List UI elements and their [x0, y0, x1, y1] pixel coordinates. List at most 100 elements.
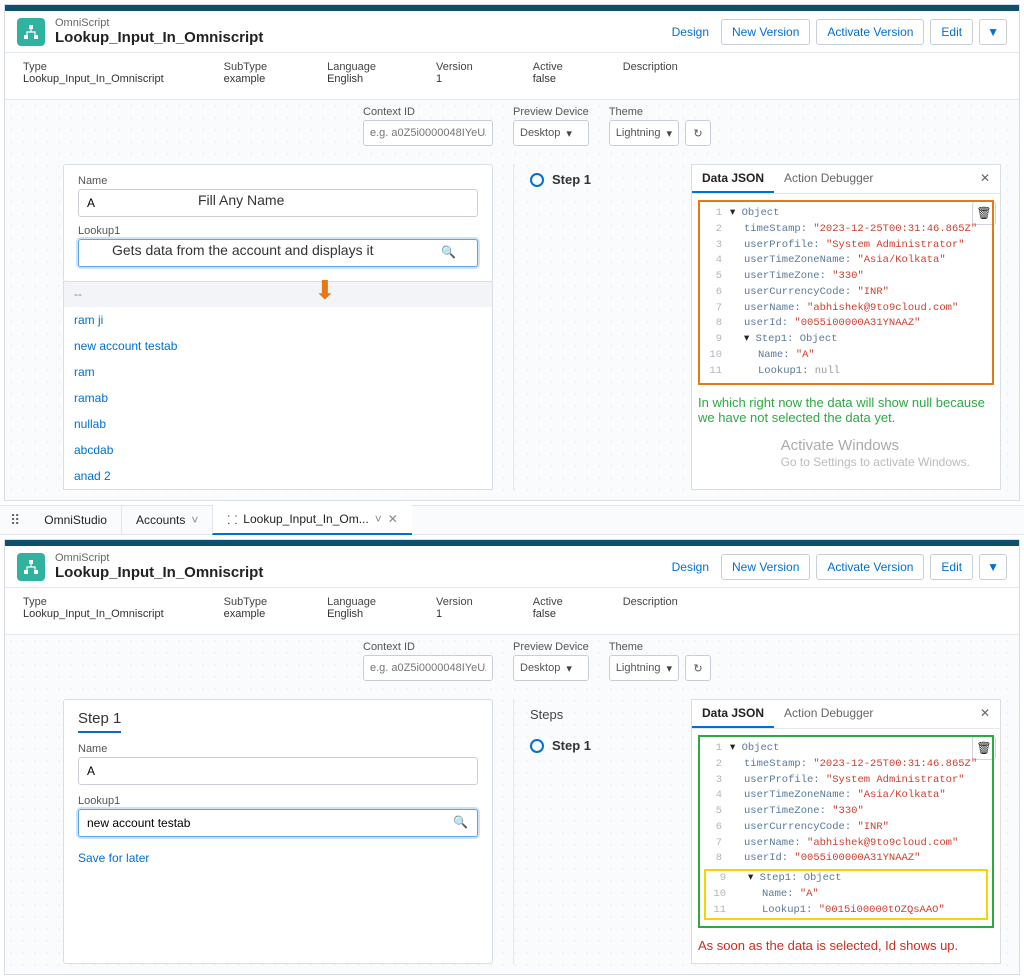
- preview-device-label: Preview Device: [513, 106, 589, 118]
- meta-row: TypeLookup_Input_In_Omniscript SubTypeex…: [5, 588, 1019, 634]
- close-icon[interactable]: ✕: [970, 165, 1000, 193]
- theme-select[interactable]: Lightning: [609, 655, 679, 681]
- design-link[interactable]: Design: [666, 556, 715, 578]
- name-field-label: Name: [78, 175, 478, 187]
- context-id-input[interactable]: [363, 655, 493, 681]
- dropdown-item[interactable]: ram ji: [64, 307, 492, 333]
- refresh-button[interactable]: ↻: [685, 120, 711, 146]
- type-label: Type: [23, 61, 164, 73]
- version-label: Version: [436, 61, 473, 73]
- search-icon: 🔍: [441, 245, 456, 259]
- apps-icon[interactable]: ⠿: [0, 512, 30, 529]
- subtype-value: example: [224, 73, 267, 85]
- app-bar: ⠿ OmniStudio Accounts˅ ⸬ Lookup_Input_In…: [0, 505, 1024, 535]
- active-label: Active: [533, 61, 563, 73]
- language-label: Language: [327, 61, 376, 73]
- design-link[interactable]: Design: [666, 21, 715, 43]
- hierarchy-icon: ⸬: [227, 511, 237, 528]
- subtype-label: SubType: [224, 61, 267, 73]
- step-1-row[interactable]: Step 1: [530, 172, 663, 187]
- edit-dropdown-button[interactable]: ▼: [979, 19, 1007, 45]
- lookup-dropdown: -- ram ji new account testab ram ramab n…: [63, 281, 493, 490]
- debug-panel: Data JSON Action Debugger ✕ 🗑 1▾ Object …: [691, 164, 1001, 490]
- meta-row: TypeLookup_Input_In_Omniscript SubTypeex…: [5, 53, 1019, 99]
- tab-omniscript[interactable]: ⸬ Lookup_Input_In_Om... ˅ ✕: [212, 505, 411, 535]
- action-debugger-tab[interactable]: Action Debugger: [774, 165, 883, 193]
- activate-version-button[interactable]: Activate Version: [816, 554, 924, 580]
- app-name: OmniStudio: [30, 513, 121, 527]
- dropdown-item[interactable]: nullab: [64, 411, 492, 437]
- dropdown-item[interactable]: new account testab: [64, 333, 492, 359]
- step-head: Step 1: [78, 710, 121, 733]
- step-tree: Step 1: [513, 164, 663, 490]
- highlighted-step1-json: 9▾ Step1: Object 10Name: "A" 11Lookup1: …: [704, 869, 988, 920]
- step-1-label: Step 1: [552, 172, 591, 187]
- edit-button[interactable]: Edit: [930, 554, 973, 580]
- name-note: Fill Any Name: [198, 192, 284, 208]
- dropdown-item[interactable]: anad 2: [64, 463, 492, 489]
- context-id-label: Context ID: [363, 106, 493, 118]
- lookup-field[interactable]: [78, 809, 478, 837]
- step-form-card-selected: Step 1 Name Lookup1 🔍 Save for later: [63, 699, 493, 964]
- json-box-selected: 1▾ Object 2timeStamp: "2023-12-25T00:31:…: [698, 735, 994, 928]
- step-ring-icon: [530, 173, 544, 187]
- edit-button[interactable]: Edit: [930, 19, 973, 45]
- object-type: OmniScript: [55, 552, 263, 564]
- omniscript-icon: [17, 553, 45, 581]
- preview-device-select[interactable]: Desktop: [513, 120, 589, 146]
- object-type: OmniScript: [55, 17, 263, 29]
- active-value: false: [533, 73, 563, 85]
- record-name: Lookup_Input_In_Omniscript: [55, 564, 263, 581]
- tab-accounts[interactable]: Accounts˅: [121, 505, 212, 535]
- new-version-button[interactable]: New Version: [721, 554, 810, 580]
- activate-version-button[interactable]: Activate Version: [816, 19, 924, 45]
- canvas-area-bottom: Context ID Preview Device Desktop Theme …: [5, 634, 1019, 974]
- dropdown-item[interactable]: abcdab: [64, 437, 492, 463]
- search-icon: 🔍: [453, 815, 468, 829]
- version-value: 1: [436, 73, 473, 85]
- step-1-row[interactable]: Step 1: [530, 738, 663, 753]
- refresh-button[interactable]: ↻: [685, 655, 711, 681]
- theme-select[interactable]: Lightning: [609, 120, 679, 146]
- name-field-label: Name: [78, 743, 478, 755]
- data-json-tab[interactable]: Data JSON: [692, 700, 774, 728]
- description-label: Description: [623, 61, 678, 73]
- pane-before-selection: OmniScript Lookup_Input_In_Omniscript De…: [4, 4, 1020, 501]
- record-header: OmniScript Lookup_Input_In_Omniscript De…: [5, 546, 1019, 588]
- edit-dropdown-button[interactable]: ▼: [979, 554, 1007, 580]
- record-name: Lookup_Input_In_Omniscript: [55, 29, 263, 46]
- context-id-input[interactable]: [363, 120, 493, 146]
- theme-label: Theme: [609, 106, 711, 118]
- type-value: Lookup_Input_In_Omniscript: [23, 73, 164, 85]
- save-for-later-link[interactable]: Save for later: [78, 851, 478, 865]
- canvas-area-top: Context ID Preview Device Desktop Theme …: [5, 99, 1019, 500]
- arrow-down-icon: ⬇: [314, 275, 336, 306]
- close-icon[interactable]: ✕: [970, 700, 1000, 728]
- language-value: English: [327, 73, 376, 85]
- name-field[interactable]: [78, 757, 478, 785]
- step-form-card: Name Fill Any Name Lookup1 Gets data fro…: [63, 164, 493, 282]
- action-debugger-tab[interactable]: Action Debugger: [774, 700, 883, 728]
- omniscript-icon: [17, 18, 45, 46]
- dropdown-item[interactable]: ram: [64, 359, 492, 385]
- annotation-null: In which right now the data will show nu…: [698, 395, 994, 425]
- dropdown-item[interactable]: ramab: [64, 385, 492, 411]
- steps-nav: Steps Step 1: [513, 699, 663, 964]
- dropdown-item[interactable]: --: [64, 281, 492, 307]
- windows-watermark: Activate Windows Go to Settings to activ…: [781, 436, 970, 471]
- new-version-button[interactable]: New Version: [721, 19, 810, 45]
- data-json-tab[interactable]: Data JSON: [692, 165, 774, 193]
- debug-panel: Data JSON Action Debugger ✕ 🗑 1▾ Object …: [691, 699, 1001, 964]
- preview-device-select[interactable]: Desktop: [513, 655, 589, 681]
- title-block: OmniScript Lookup_Input_In_Omniscript: [55, 17, 263, 46]
- title-block: OmniScript Lookup_Input_In_Omniscript: [55, 552, 263, 581]
- json-box-null: 1▾ Object 2timeStamp: "2023-12-25T00:31:…: [698, 200, 994, 385]
- tab-close-icon[interactable]: ✕: [388, 512, 398, 526]
- steps-label: Steps: [530, 707, 663, 722]
- lookup-note: Gets data from the account and displays …: [112, 242, 373, 258]
- annotation-selected: As soon as the data is selected, Id show…: [698, 938, 994, 953]
- record-header: OmniScript Lookup_Input_In_Omniscript De…: [5, 11, 1019, 53]
- step-ring-icon: [530, 739, 544, 753]
- lookup-field-label: Lookup1: [78, 225, 478, 237]
- pane-after-selection: OmniScript Lookup_Input_In_Omniscript De…: [4, 539, 1020, 975]
